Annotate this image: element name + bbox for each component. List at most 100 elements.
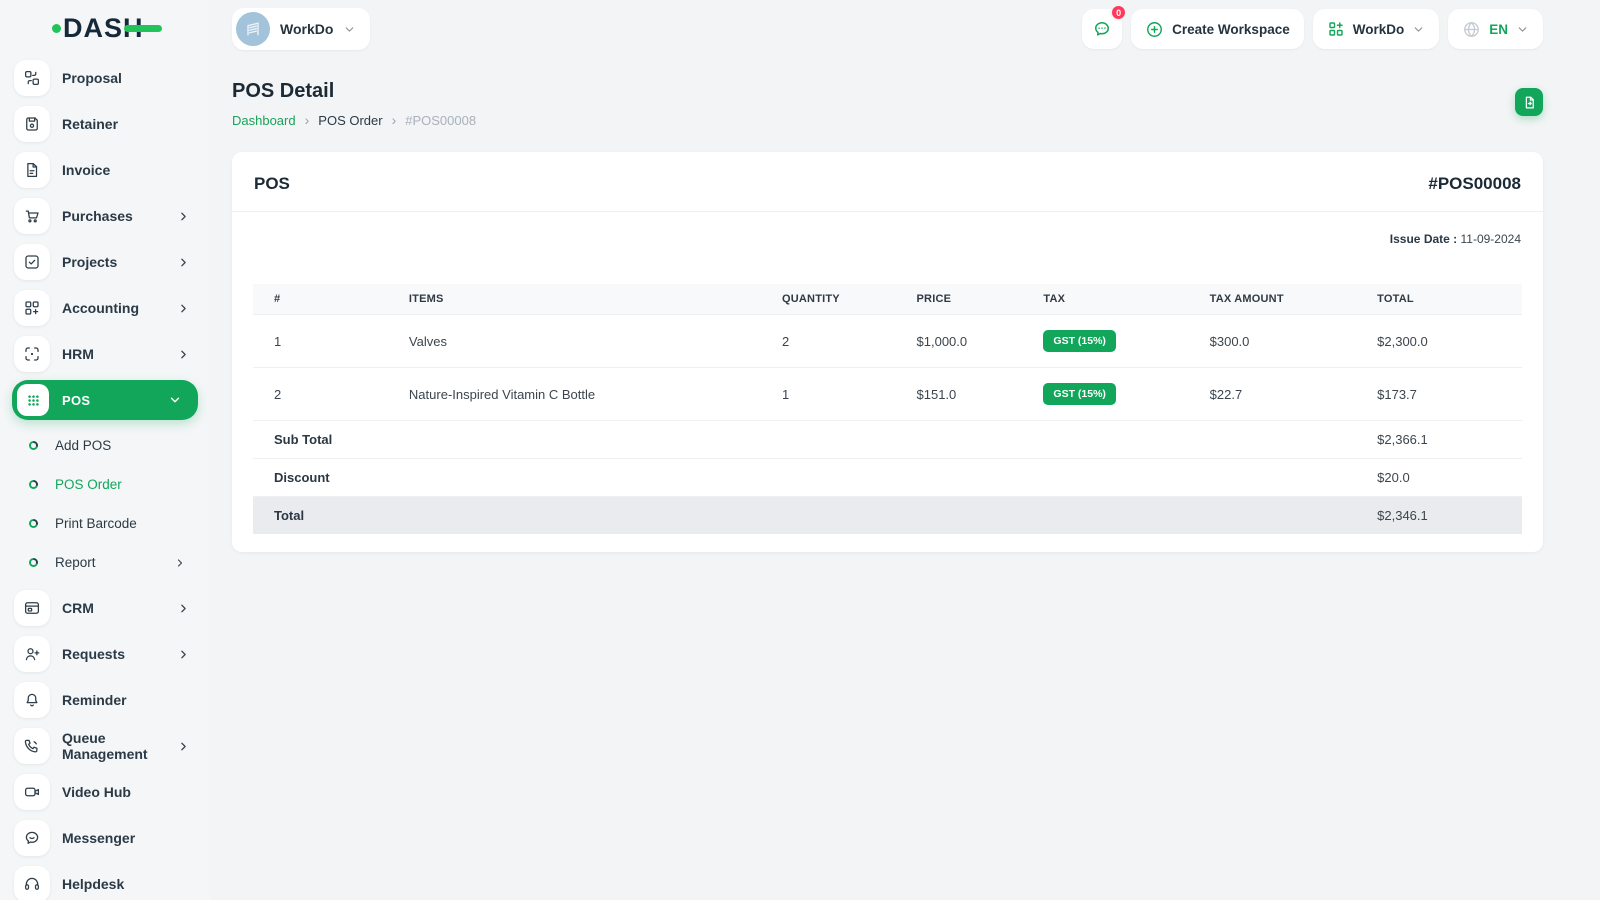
logo-green-bar-icon — [123, 24, 162, 32]
sidebar-item-retainer[interactable]: Retainer — [0, 104, 210, 144]
app-root: DASH Proposal Retainer Invoice Purchases… — [0, 0, 1600, 900]
sidebar-item-purchases[interactable]: Purchases — [0, 196, 210, 236]
bell-icon — [14, 682, 50, 718]
item-tax-amount-cell: $22.7 — [1199, 367, 1368, 421]
dots-grid-icon — [17, 384, 49, 416]
sidebar-item-queue-management[interactable]: Queue Management — [0, 726, 210, 766]
col-header-index: # — [253, 284, 399, 315]
sidebar-item-label: Video Hub — [62, 784, 131, 800]
tax-badge: GST (15%) — [1043, 330, 1116, 352]
total-value: $2,346.1 — [1367, 496, 1522, 534]
sidebar-item-hrm[interactable]: HRM — [0, 334, 210, 374]
table-header-row: # ITEMS QUANTITY PRICE TAX TAX AMOUNT TO… — [253, 284, 1522, 315]
col-header-tax: TAX — [1033, 284, 1200, 315]
breadcrumb-separator: › — [391, 112, 397, 128]
item-row: 1 Valves 2 $1,000.0 GST (15%) $300.0 $2,… — [253, 314, 1522, 368]
chevron-right-icon — [177, 210, 190, 223]
discount-label: Discount — [253, 458, 773, 497]
plus-circle-icon — [1147, 21, 1163, 37]
issue-date-value: 11-09-2024 — [1460, 232, 1522, 246]
sidebar-item-accounting[interactable]: Accounting — [0, 288, 210, 328]
bullet-ring-icon — [29, 441, 38, 450]
pos-detail-card: POS #POS00008 Issue Date : 11-09-2024 # … — [232, 152, 1543, 552]
export-button[interactable] — [1515, 88, 1543, 116]
col-header-total: TOTAL — [1367, 284, 1522, 315]
breadcrumb-separator: › — [304, 112, 310, 128]
discount-row: Discount $20.0 — [253, 458, 1522, 497]
workspace-name: WorkDo — [280, 21, 334, 37]
grid-plus-icon — [1329, 22, 1343, 36]
tax-badge: GST (15%) — [1043, 383, 1116, 405]
chevron-right-icon — [177, 602, 190, 615]
sidebar-item-pos-active[interactable]: POS — [12, 380, 198, 420]
sidebar-item-label: POS — [62, 392, 91, 408]
submenu-item-print-barcode[interactable]: Print Barcode — [0, 504, 210, 543]
breadcrumb: Dashboard › POS Order › #POS00008 — [232, 112, 476, 128]
sidebar-item-invoice[interactable]: Invoice — [0, 150, 210, 190]
bullet-ring-icon — [29, 519, 38, 528]
invoice-icon — [14, 152, 50, 188]
sidebar-item-messenger[interactable]: Messenger — [0, 818, 210, 858]
card-header: POS #POS00008 — [232, 152, 1543, 211]
items-table-wrapper: # ITEMS QUANTITY PRICE TAX TAX AMOUNT TO… — [253, 284, 1522, 534]
sidebar-item-reminder[interactable]: Reminder — [0, 680, 210, 720]
app-logo[interactable]: DASH — [0, 0, 210, 56]
workspace-selector[interactable]: WorkDo — [232, 8, 371, 50]
sidebar-item-video-hub[interactable]: Video Hub — [0, 772, 210, 812]
sidebar-item-label: Queue Management — [62, 730, 148, 762]
submenu-item-pos-order[interactable]: POS Order — [0, 465, 210, 504]
cart-icon — [14, 198, 50, 234]
subtotal-label: Sub Total — [253, 420, 773, 459]
user-plus-icon — [14, 636, 50, 672]
issue-date: Issue Date : 11-09-2024 — [232, 212, 1543, 246]
notification-badge: 0 — [1110, 4, 1128, 21]
submenu-item-label: Report — [55, 555, 96, 570]
sidebar-item-label: Accounting — [62, 300, 139, 316]
topbar-actions: 0 Create Workspace WorkDo EN — [1082, 4, 1543, 49]
breadcrumb-pos-order: POS Order — [318, 112, 383, 128]
language-selector[interactable]: EN — [1448, 9, 1543, 49]
sidebar-item-label: Helpdesk — [62, 876, 125, 892]
submenu-item-report[interactable]: Report — [0, 543, 210, 582]
video-camera-icon — [14, 774, 50, 810]
sidebar-item-label: CRM — [62, 600, 94, 616]
discount-value: $20.0 — [1367, 458, 1522, 497]
create-workspace-button[interactable]: Create Workspace — [1131, 9, 1304, 49]
browser-window-icon — [14, 590, 50, 626]
sidebar-item-label: Reminder — [62, 692, 127, 708]
headset-icon — [14, 866, 50, 900]
check-square-icon — [14, 244, 50, 280]
chevron-right-icon — [177, 348, 190, 361]
sidebar-menu: Proposal Retainer Invoice Purchases Proj… — [0, 56, 210, 900]
sidebar-item-label: Purchases — [62, 208, 133, 224]
sidebar-item-label: Proposal — [62, 70, 122, 86]
submenu-item-add-pos[interactable]: Add POS — [0, 426, 210, 465]
sidebar-item-proposal[interactable]: Proposal — [0, 58, 210, 98]
sidebar: DASH Proposal Retainer Invoice Purchases… — [0, 0, 210, 900]
item-price-cell: $1,000.0 — [906, 314, 1034, 368]
chevron-down-icon — [168, 393, 182, 407]
sidebar-item-crm[interactable]: CRM — [0, 588, 210, 628]
item-row: 2 Nature-Inspired Vitamin C Bottle 1 $15… — [253, 367, 1522, 421]
workdo-menu-button[interactable]: WorkDo — [1312, 9, 1440, 49]
bullet-ring-icon — [29, 480, 38, 489]
chevron-right-icon — [177, 740, 190, 753]
chat-bubble-icon — [1095, 22, 1110, 36]
sidebar-item-label: Requests — [62, 646, 126, 662]
workspace-avatar — [236, 12, 270, 46]
retainer-icon — [14, 106, 50, 142]
sidebar-item-requests[interactable]: Requests — [0, 634, 210, 674]
messages-button[interactable]: 0 — [1082, 4, 1128, 49]
main-area: WorkDo 0 Create Workspace WorkDo EN POS … — [210, 0, 1600, 900]
breadcrumb-current: #POS00008 — [405, 112, 477, 128]
chevron-down-icon — [1412, 23, 1425, 36]
breadcrumb-dashboard-link[interactable]: Dashboard — [232, 113, 296, 128]
language-code: EN — [1489, 21, 1508, 37]
sidebar-item-projects[interactable]: Projects — [0, 242, 210, 282]
sidebar-item-label: Messenger — [62, 830, 136, 846]
sidebar-item-helpdesk[interactable]: Helpdesk — [0, 864, 210, 900]
chevron-down-icon — [343, 23, 356, 36]
item-name-cell: Valves — [398, 314, 773, 368]
item-index-cell: 1 — [253, 314, 399, 368]
item-tax-amount-cell: $300.0 — [1199, 314, 1368, 368]
